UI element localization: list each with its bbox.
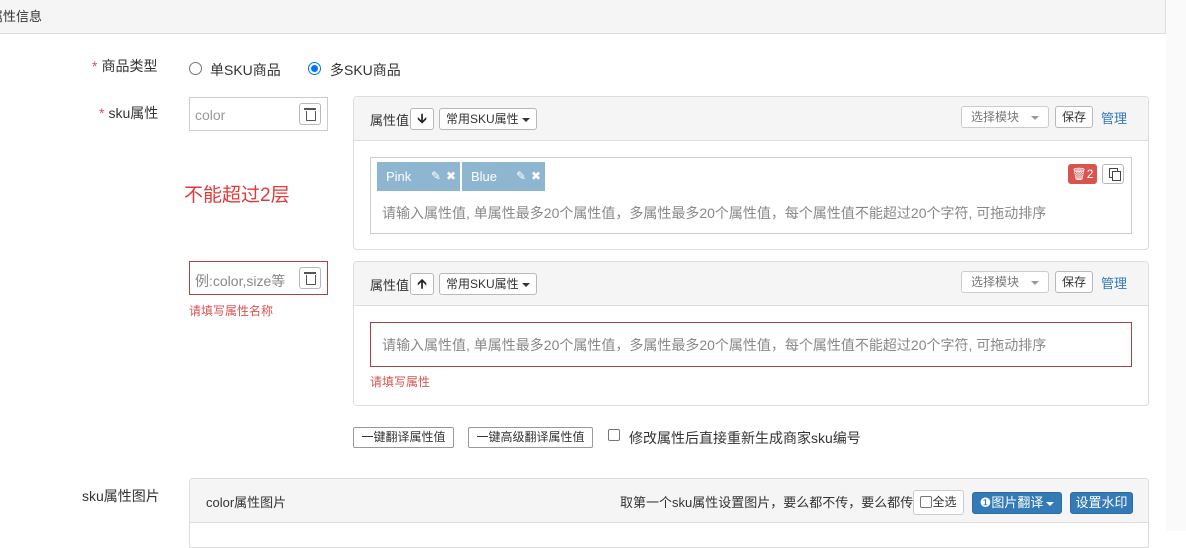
sku-images-panel: color属性图片 取第一个sku属性设置图片，要么都不传，要么都传 全选 ❶图… [189, 478, 1149, 548]
panel-header: color属性图片 取第一个sku属性设置图片，要么都不传，要么都传 全选 ❶图… [190, 479, 1148, 523]
attr-values-panel-1: 属性值 🡫 常用SKU属性 选择模块 保存 管理 Pink ✎ ✖ Blue ✎… [353, 96, 1149, 250]
caret-down-icon [1046, 501, 1055, 506]
product-type-label: * 商品类型 [92, 58, 158, 74]
value-tag[interactable]: Pink ✎ ✖ [377, 162, 460, 191]
required-mark: * [99, 105, 105, 121]
regen-sku-label[interactable]: 修改属性后直接重新生成商家sku编号 [629, 428, 861, 448]
info-icon: ❶ [979, 495, 992, 510]
required-mark: * [92, 58, 98, 74]
attr-values-label: 属性值 [370, 113, 410, 128]
section-header: 属性信息 [0, 0, 1166, 34]
attr-name-error: 请填写属性名称 [189, 304, 274, 318]
manage-link[interactable]: 管理 [1101, 273, 1127, 292]
values-placeholder: 请输入属性值, 单属性最多20个属性值，多属性最多20个属性值，每个属性值不能超… [382, 337, 1047, 353]
caret-down-icon [521, 117, 530, 122]
values-placeholder-wrap: 请输入属性值, 单属性最多20个属性值，多属性最多20个属性值，每个属性值不能超… [371, 323, 1071, 366]
select-all-checkbox[interactable] [920, 496, 933, 508]
radio-single-sku[interactable] [189, 62, 202, 75]
attr-values-panel-2: 属性值 🡩 常用SKU属性 选择模块 保存 管理 请输入属性值, 单属性最多20… [353, 261, 1149, 406]
translate-values-button[interactable]: 一键翻译属性值 [353, 427, 454, 448]
trash-icon: 🗑 [1071, 167, 1087, 181]
sku-images-panel-title: color属性图片 [206, 495, 287, 510]
sku-attr-label: * sku属性 [99, 105, 159, 121]
set-watermark-button[interactable]: 设置水印 [1070, 492, 1133, 514]
caret-down-icon [1031, 116, 1039, 120]
attr-values-input-1[interactable]: Pink ✎ ✖ Blue ✎ ✖ 🗑2 请输入属性值, 单属性最多20个属性值… [370, 157, 1132, 234]
edit-icon[interactable]: ✎ [516, 162, 526, 191]
limit-warning: 不能超过2层 [184, 185, 290, 206]
panel-header: 属性值 🡩 常用SKU属性 选择模块 保存 管理 [354, 262, 1148, 306]
regen-sku-checkbox[interactable] [608, 429, 620, 441]
select-module-dropdown[interactable]: 选择模块 [961, 271, 1049, 293]
close-icon[interactable]: ✖ [531, 162, 541, 191]
save-button[interactable]: 保存 [1055, 106, 1093, 128]
attr-values-input-2[interactable]: 请输入属性值, 单属性最多20个属性值，多属性最多20个属性值，每个属性值不能超… [370, 322, 1132, 367]
section-title: 属性信息 [0, 9, 43, 24]
values-placeholder-wrap: 请输入属性值, 单属性最多20个属性值，多属性最多20个属性值，每个属性值不能超… [371, 195, 1071, 225]
sku-images-hint: 取第一个sku属性设置图片，要么都不传，要么都传 [620, 495, 914, 510]
copy-icon[interactable] [1102, 164, 1124, 184]
common-sku-attr-dropdown[interactable]: 常用SKU属性 [439, 273, 537, 295]
attr-values-label: 属性值 [370, 278, 410, 293]
caret-down-icon [1031, 281, 1039, 285]
scrollbar-track[interactable] [1166, 0, 1186, 531]
panel-header: 属性值 🡫 常用SKU属性 选择模块 保存 管理 [354, 97, 1148, 141]
image-translate-dropdown[interactable]: ❶图片翻译 [972, 492, 1062, 514]
save-button[interactable]: 保存 [1055, 271, 1093, 293]
delete-values-badge[interactable]: 🗑2 [1068, 164, 1097, 184]
arrow-up-icon[interactable]: 🡩 [410, 273, 434, 295]
select-module-dropdown[interactable]: 选择模块 [961, 106, 1049, 128]
radio-multi-sku-label[interactable]: 多SKU商品 [330, 60, 401, 80]
attr-values-error: 请填写属性 [370, 375, 431, 389]
caret-down-icon [521, 282, 530, 287]
close-icon[interactable]: ✖ [446, 162, 456, 191]
select-all-button[interactable]: 全选 [913, 490, 964, 515]
delete-attr-1-trash-icon[interactable] [299, 103, 321, 125]
common-sku-attr-dropdown[interactable]: 常用SKU属性 [439, 108, 537, 130]
manage-link[interactable]: 管理 [1101, 108, 1127, 127]
advanced-translate-button[interactable]: 一键高级翻译属性值 [468, 427, 593, 448]
values-placeholder: 请输入属性值, 单属性最多20个属性值，多属性最多20个属性值，每个属性值不能超… [382, 205, 1047, 221]
edit-icon[interactable]: ✎ [431, 162, 441, 191]
radio-multi-sku[interactable] [308, 62, 321, 75]
sku-images-label: sku属性图片 [82, 488, 160, 504]
value-tag[interactable]: Blue ✎ ✖ [462, 162, 545, 191]
radio-single-sku-label[interactable]: 单SKU商品 [210, 60, 281, 80]
delete-attr-2-trash-icon[interactable] [299, 267, 321, 289]
arrow-down-icon[interactable]: 🡫 [410, 108, 434, 130]
